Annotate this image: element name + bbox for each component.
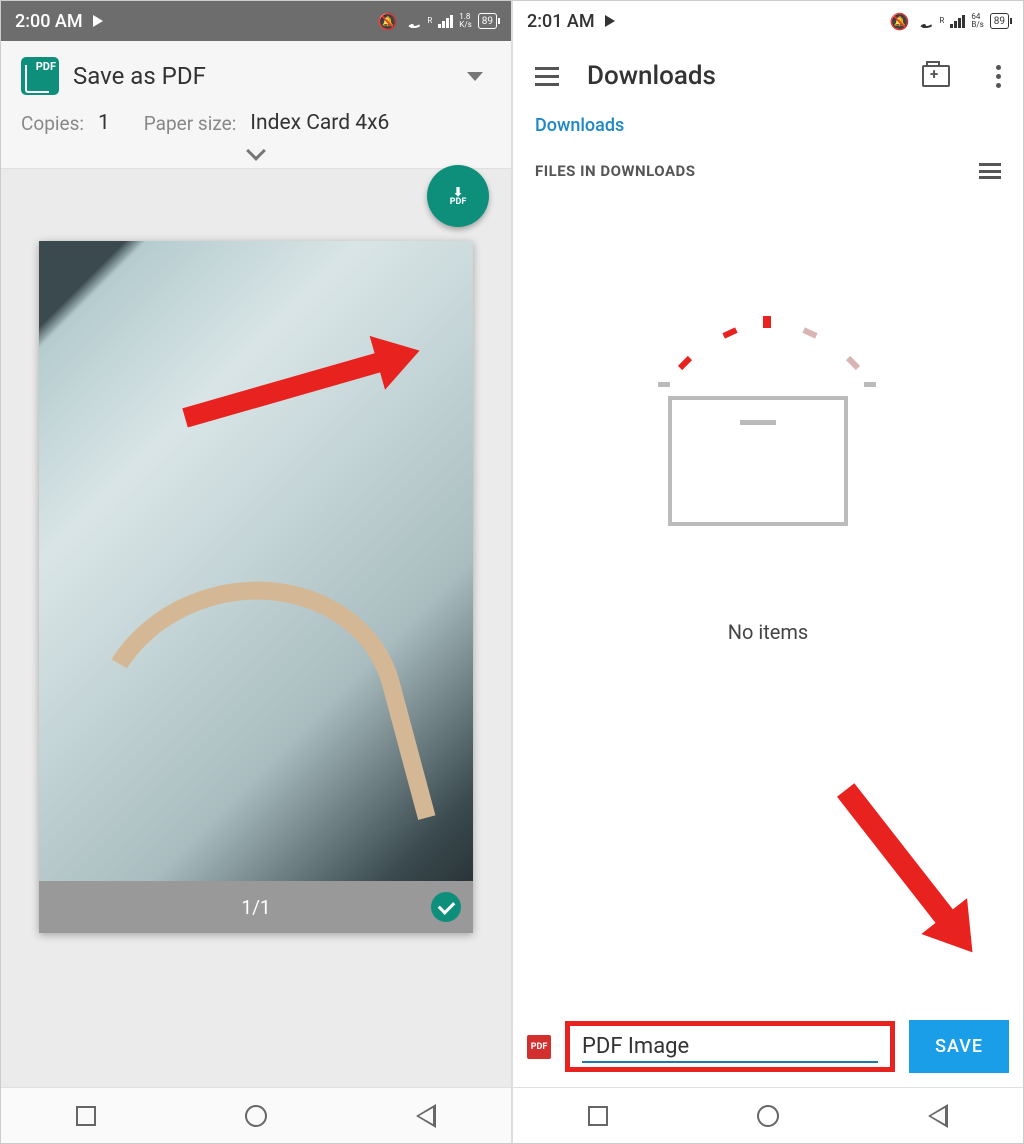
page-indicator-bar: 1/1 xyxy=(39,881,473,933)
filename-input[interactable] xyxy=(582,1034,878,1063)
annotation-arrow xyxy=(837,783,959,931)
signal-icon xyxy=(950,14,965,28)
page-indicator: 1/1 xyxy=(241,896,270,919)
more-options-button[interactable] xyxy=(996,65,1001,88)
wifi-icon xyxy=(403,14,421,28)
play-store-icon xyxy=(605,15,615,27)
download-icon: ⬇ xyxy=(450,186,467,198)
android-nav-bar xyxy=(513,1087,1023,1143)
play-store-icon xyxy=(93,15,103,27)
expand-options-button[interactable] xyxy=(21,143,491,162)
roaming-indicator: R xyxy=(427,17,432,25)
dnd-icon: 🔕 xyxy=(377,12,397,31)
phone-left-print-preview: 2:00 AM 🔕 R 1.8K/s 89 PDF Save as PDF Co… xyxy=(1,1,513,1143)
recents-button[interactable] xyxy=(588,1106,608,1126)
save-file-row: PDF SAVE xyxy=(513,1006,1023,1087)
net-speed: 1.8K/s xyxy=(459,13,471,29)
list-view-toggle[interactable] xyxy=(979,163,1001,179)
empty-text: No items xyxy=(728,620,809,644)
paper-size-label: Paper size: xyxy=(144,112,237,135)
signal-icon xyxy=(438,14,453,28)
file-picker-header: Downloads xyxy=(513,41,1023,111)
phone-right-file-picker: 2:01 AM 🔕 R 64B/s 89 Downloads Downloads… xyxy=(513,1,1023,1143)
print-preview-area: ⬇PDF 1/1 xyxy=(1,169,511,1087)
recents-button[interactable] xyxy=(76,1106,96,1126)
page-selected-check-icon[interactable] xyxy=(431,892,461,922)
copies-label: Copies: xyxy=(21,112,84,135)
menu-button[interactable] xyxy=(535,67,559,86)
dropdown-icon xyxy=(467,72,483,81)
save-button[interactable]: SAVE xyxy=(909,1020,1009,1073)
net-speed: 64B/s xyxy=(971,13,983,29)
wifi-icon xyxy=(915,14,933,28)
android-nav-bar xyxy=(1,1087,511,1143)
copies-value[interactable]: 1 xyxy=(98,111,110,135)
status-bar: 2:00 AM 🔕 R 1.8K/s 89 xyxy=(1,1,511,41)
roaming-indicator: R xyxy=(939,17,944,25)
printer-select-row[interactable]: PDF Save as PDF xyxy=(21,57,491,95)
home-button[interactable] xyxy=(245,1105,267,1127)
print-options-panel: PDF Save as PDF Copies: 1 Paper size: In… xyxy=(1,41,511,169)
status-time: 2:00 AM xyxy=(15,11,83,32)
filename-highlight xyxy=(565,1021,895,1072)
breadcrumb[interactable]: Downloads xyxy=(513,111,1023,152)
pdf-icon: PDF xyxy=(21,57,59,95)
empty-box-icon xyxy=(668,396,848,526)
empty-state: No items xyxy=(513,190,1023,1006)
back-button[interactable] xyxy=(416,1104,436,1128)
home-button[interactable] xyxy=(757,1105,779,1127)
status-bar: 2:01 AM 🔕 R 64B/s 89 xyxy=(513,1,1023,41)
section-header-row: FILES IN DOWNLOADS xyxy=(513,152,1023,190)
section-label: FILES IN DOWNLOADS xyxy=(535,162,696,180)
side-by-side-screenshots: 2:00 AM 🔕 R 1.8K/s 89 PDF Save as PDF Co… xyxy=(0,0,1024,1144)
battery-icon: 89 xyxy=(990,13,1009,29)
paper-size-value[interactable]: Index Card 4x6 xyxy=(250,111,389,135)
pdf-file-icon: PDF xyxy=(527,1035,551,1059)
chevron-down-icon xyxy=(246,141,266,161)
dnd-icon: 🔕 xyxy=(889,12,909,31)
back-button[interactable] xyxy=(928,1104,948,1128)
printer-name: Save as PDF xyxy=(73,62,453,90)
new-folder-button[interactable] xyxy=(922,65,950,87)
status-time: 2:01 AM xyxy=(527,11,595,32)
empty-illustration xyxy=(668,310,868,530)
battery-icon: 89 xyxy=(478,13,497,29)
save-pdf-fab[interactable]: ⬇PDF xyxy=(427,165,489,227)
page-title: Downloads xyxy=(587,61,894,91)
